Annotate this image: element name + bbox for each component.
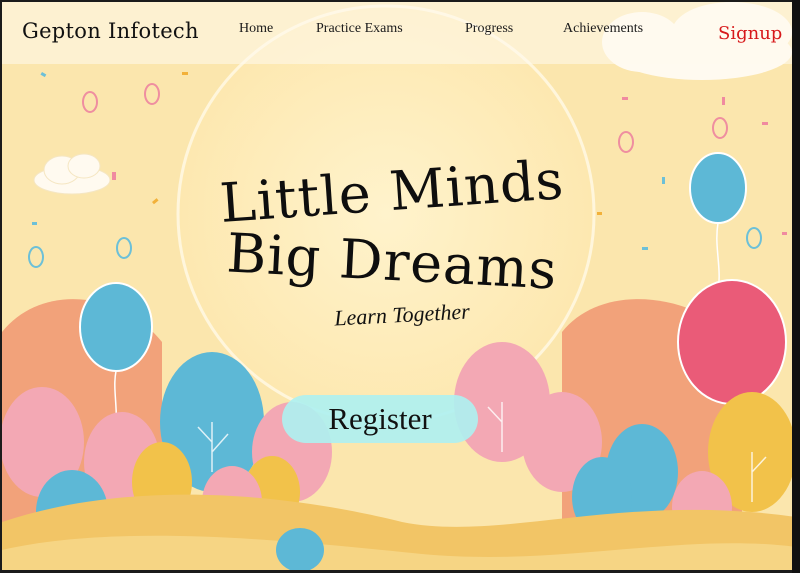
brand-logo[interactable]: Gepton Infotech	[22, 19, 199, 43]
nav-achievements[interactable]: Achievements	[563, 21, 643, 37]
hero-title: Little Minds Big Dreams	[152, 148, 632, 302]
navbar: Gepton Infotech Home Practice Exams Prog…	[2, 2, 796, 64]
register-button[interactable]: Register	[282, 395, 478, 443]
tree-icon	[276, 528, 324, 570]
hero-title-line-2: Big Dreams	[225, 221, 559, 302]
browser-frame: Gepton Infotech Home Practice Exams Prog…	[0, 0, 800, 573]
nav-home[interactable]: Home	[239, 21, 273, 37]
balloon-icon	[677, 279, 787, 405]
nav-practice-exams[interactable]: Practice Exams	[316, 21, 403, 37]
nav-progress[interactable]: Progress	[465, 21, 513, 37]
window-edge	[792, 0, 800, 573]
landing-page: Gepton Infotech Home Practice Exams Prog…	[2, 2, 796, 570]
signup-link[interactable]: Signup	[718, 23, 782, 44]
